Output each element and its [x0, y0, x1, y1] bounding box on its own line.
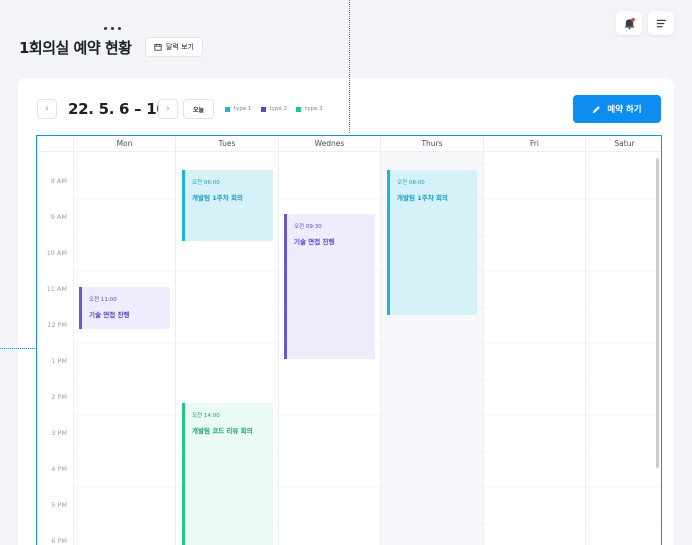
- hour-line: [73, 163, 661, 164]
- event-card[interactable]: 오전 06:00 개발팀 1주차 회의: [182, 170, 273, 241]
- event-card[interactable]: 오전 09:30 기술 면접 진행: [284, 214, 375, 359]
- time-label: 5 PM: [51, 501, 67, 509]
- hour-line: [73, 523, 661, 524]
- day-header: Thurs: [380, 136, 483, 152]
- legend: type 1 type 2 type 3: [225, 103, 323, 115]
- more-dots-icon[interactable]: [104, 27, 121, 30]
- event-title: 개발팀 1주차 회의: [397, 194, 448, 202]
- day-header: Wednes: [278, 136, 380, 152]
- hour-line: [73, 199, 661, 200]
- scrollbar[interactable]: [656, 158, 659, 468]
- event-card[interactable]: 오전 08:00 개발팀 1주차 회의: [387, 170, 477, 315]
- date-range: 22. 5. 6 – 10: [68, 100, 167, 118]
- reserve-button[interactable]: 예약 하기: [573, 95, 661, 123]
- time-column-header: [37, 136, 73, 152]
- time-label: 6 PM: [51, 537, 67, 545]
- event-card[interactable]: 오전 11:00 기술 면접 진행: [79, 287, 170, 329]
- guide-line-horizontal: [0, 348, 37, 349]
- event-title: 기술 면접 진행: [89, 311, 130, 319]
- time-label: 2 PM: [51, 393, 67, 401]
- legend-label: type 3: [305, 106, 323, 112]
- pencil-icon: [593, 105, 601, 113]
- menu-icon: [656, 19, 666, 27]
- guide-line-vertical: [349, 0, 350, 133]
- time-label: 12 PM: [47, 321, 67, 329]
- event-time: 오전 14:00: [192, 413, 220, 419]
- menu-button[interactable]: [648, 11, 674, 35]
- hour-line: [73, 451, 661, 452]
- event-card[interactable]: 오전 14:00 개발팀 코드 리뷰 회의: [182, 403, 273, 545]
- week-calendar-grid: Mon Tues Wednes Thurs Fri Satur 8 AM 9 A…: [36, 135, 662, 545]
- event-time: 오전 09:30: [294, 224, 322, 230]
- legend-item: type 2: [260, 106, 288, 112]
- time-label: 4 PM: [51, 465, 67, 473]
- legend-label: type 1: [234, 106, 252, 112]
- time-label: 11 AM: [46, 285, 67, 293]
- calendar-view-label: 달력 보기: [166, 43, 194, 51]
- legend-item: type 3: [296, 106, 323, 112]
- event-time: 오전 11:00: [89, 297, 117, 303]
- hour-line: [73, 415, 661, 416]
- day-header: Tues: [175, 136, 278, 152]
- time-label: 10 AM: [46, 249, 67, 257]
- event-title: 개발팀 1주차 회의: [192, 194, 243, 202]
- day-header: Mon: [73, 136, 175, 152]
- event-time: 오전 08:00: [397, 180, 425, 186]
- page-title: 1회의실 예약 현황: [19, 39, 132, 57]
- reserve-label: 예약 하기: [607, 105, 642, 115]
- time-label: 3 PM: [51, 429, 67, 437]
- time-label: 1 PM: [51, 357, 67, 365]
- legend-label: type 2: [269, 106, 288, 112]
- today-button[interactable]: 오늘: [183, 99, 214, 119]
- notification-button[interactable]: [616, 11, 642, 35]
- chevron-right-icon: ›: [166, 104, 170, 114]
- event-title: 개발팀 코드 리뷰 회의: [192, 427, 253, 435]
- calendar-icon: [154, 43, 162, 51]
- event-title: 기술 면접 진행: [294, 238, 335, 246]
- day-header: Satur: [585, 136, 661, 152]
- hour-line: [73, 379, 661, 380]
- day-header: Fri: [483, 136, 585, 152]
- time-label: 9 AM: [50, 213, 67, 221]
- next-week-button[interactable]: ›: [158, 99, 178, 119]
- legend-swatch: [225, 106, 230, 112]
- bell-icon: [624, 17, 635, 29]
- time-label: 8 AM: [50, 177, 67, 185]
- hour-line: [73, 487, 661, 488]
- legend-swatch: [296, 106, 302, 112]
- calendar-view-button[interactable]: 달력 보기: [145, 37, 203, 57]
- prev-week-button[interactable]: ‹: [37, 99, 57, 119]
- legend-item: type 1: [225, 106, 252, 112]
- event-time: 오전 06:00: [192, 180, 220, 186]
- legend-swatch: [260, 106, 266, 112]
- chevron-left-icon: ‹: [45, 104, 49, 114]
